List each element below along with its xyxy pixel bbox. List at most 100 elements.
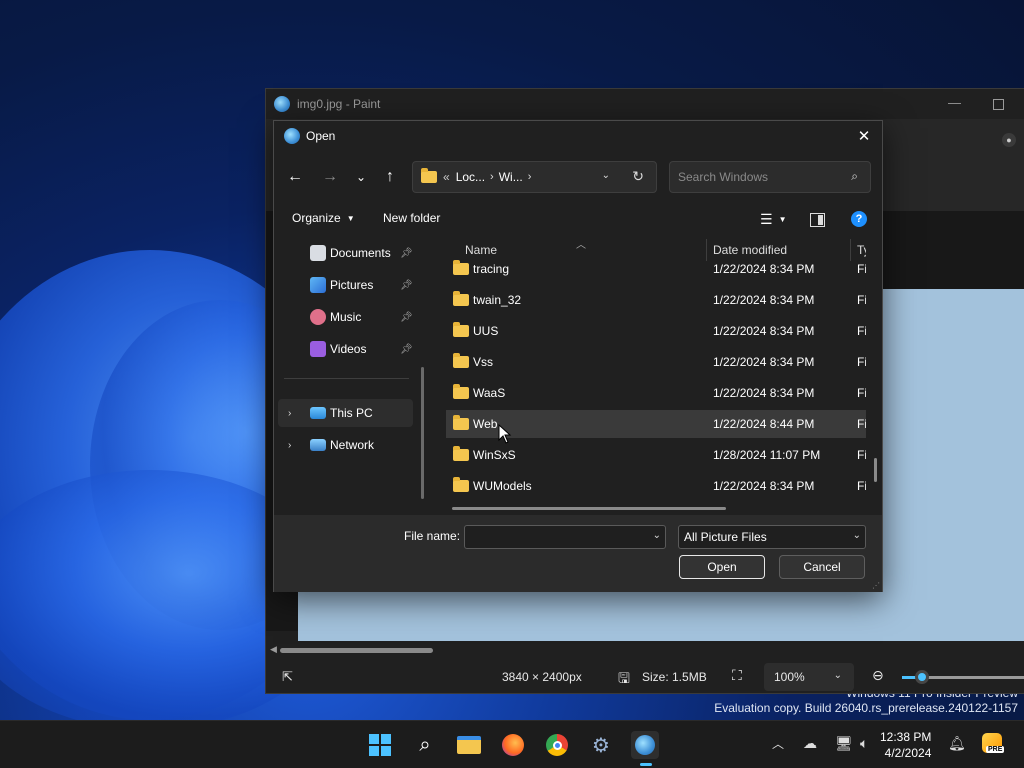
file-row[interactable]: WUModels 1/22/2024 8:34 PM Fi — [446, 472, 866, 500]
recent-locations-chevron-icon[interactable]: ⌄ — [350, 167, 372, 187]
search-input[interactable] — [678, 170, 838, 184]
nav-item-label: This PC — [330, 406, 373, 420]
pointer-icon: ⇱ — [282, 669, 293, 684]
zoom-slider-knob[interactable] — [915, 670, 929, 684]
zoom-select[interactable]: 100% ⌄ — [764, 663, 854, 691]
paint-taskbar-icon[interactable] — [631, 731, 659, 759]
nav-item-label: Music — [330, 310, 362, 324]
refresh-icon[interactable]: ↻ — [632, 168, 644, 185]
zoom-out-icon[interactable]: ⊖ — [872, 667, 884, 684]
file-name: twain_32 — [473, 293, 522, 307]
dialog-titlebar: Open ✕ — [274, 121, 882, 151]
resize-grip-icon[interactable]: ⋰ — [872, 581, 880, 590]
breadcrumb-item-windows[interactable]: Wi... — [499, 170, 523, 184]
maximize-icon[interactable] — [993, 99, 1004, 110]
pin-icon[interactable]: 📌︎ — [400, 312, 413, 323]
file-name-input[interactable]: ⌄ — [464, 525, 666, 549]
taskbar-clock[interactable]: 12:38 PM 4/2/2024 — [880, 729, 931, 761]
mouse-cursor-icon — [498, 424, 512, 444]
minimize-icon[interactable]: — — [948, 95, 961, 110]
chevron-right-icon[interactable]: › — [528, 171, 532, 183]
file-row[interactable]: Vss 1/22/2024 8:34 PM Fi — [446, 348, 866, 376]
chevron-up-icon[interactable]: ︿ — [772, 735, 784, 752]
nav-item-pictures[interactable]: Pictures 📌︎ — [278, 271, 413, 299]
nav-item-label: Videos — [330, 342, 367, 356]
file-row[interactable]: WinSxS 1/28/2024 11:07 PM Fi — [446, 441, 866, 469]
fit-to-window-icon[interactable]: ⛶ — [732, 667, 742, 684]
file-list-horizontal-scrollbar[interactable] — [452, 507, 726, 510]
organize-button[interactable]: Organize ▼ — [292, 211, 355, 225]
copilot-pre-icon[interactable]: PRE — [982, 733, 1005, 757]
paint-app-icon — [274, 96, 290, 112]
file-type-filter-value: All Picture Files — [684, 530, 767, 544]
file-type-filter-select[interactable]: All Picture Files ⌄ — [678, 525, 866, 549]
paint-horizontal-scrollbar[interactable]: ◀ — [266, 643, 1024, 657]
file-date: 1/22/2024 8:34 PM — [713, 386, 815, 400]
chevron-right-icon[interactable]: › — [288, 408, 291, 419]
pin-icon[interactable]: 📌︎ — [400, 248, 413, 259]
chevron-right-icon[interactable]: › — [288, 440, 291, 451]
documents-icon — [310, 245, 326, 261]
firefox-icon[interactable] — [499, 731, 527, 759]
address-bar[interactable]: « Loc... › Wi... › ⌄ ↻ — [412, 161, 657, 193]
scroll-left-icon[interactable]: ◀ — [270, 644, 277, 655]
file-list-vertical-scrollbar[interactable] — [874, 458, 877, 482]
file-row[interactable]: UUS 1/22/2024 8:34 PM Fi — [446, 317, 866, 345]
nav-pane-scrollbar[interactable] — [421, 367, 424, 499]
account-icon[interactable]: ● — [1002, 133, 1016, 147]
scrollbar-thumb[interactable] — [280, 648, 433, 653]
nav-item-label: Documents — [330, 246, 391, 260]
chrome-icon[interactable] — [543, 731, 571, 759]
breadcrumb-overflow[interactable]: « — [443, 170, 450, 184]
file-row[interactable]: WaaS 1/22/2024 8:34 PM Fi — [446, 379, 866, 407]
dialog-bottom-bar: File name: ⌄ All Picture Files ⌄ Open Ca… — [274, 515, 882, 592]
chevron-right-icon[interactable]: › — [490, 171, 494, 183]
file-date: 1/22/2024 8:34 PM — [713, 479, 815, 493]
nav-item-music[interactable]: Music 📌︎ — [278, 303, 413, 331]
view-details-icon[interactable]: ☰ — [760, 211, 773, 228]
caret-down-icon: ▼ — [346, 213, 355, 223]
music-icon — [310, 309, 326, 325]
close-icon[interactable]: ✕ — [852, 125, 876, 147]
file-type: Fi — [857, 293, 866, 307]
start-button[interactable] — [366, 731, 394, 759]
notification-bell-icon[interactable]: 🔔︎ — [948, 735, 966, 752]
pin-icon[interactable]: 📌︎ — [400, 280, 413, 291]
file-row[interactable]: tracing 1/22/2024 8:34 PM Fi — [446, 255, 866, 283]
file-type: Fi — [857, 417, 866, 431]
file-explorer-icon[interactable] — [455, 731, 483, 759]
search-box[interactable]: ⌕ — [669, 161, 871, 193]
back-arrow-icon[interactable]: ← — [284, 167, 306, 187]
nav-item-network[interactable]: › Network — [278, 431, 413, 459]
search-icon[interactable]: ⌕ — [851, 169, 858, 184]
file-size: Size: 1.5MB — [642, 670, 707, 684]
nav-item-documents[interactable]: Documents 📌︎ — [278, 239, 413, 267]
nav-item-this-pc[interactable]: › This PC — [278, 399, 413, 427]
file-date: 1/22/2024 8:34 PM — [713, 262, 815, 276]
caret-down-icon[interactable]: ▼ — [779, 215, 787, 224]
nav-item-videos[interactable]: Videos 📌︎ — [278, 335, 413, 363]
open-button[interactable]: Open — [679, 555, 765, 579]
preview-pane-icon[interactable] — [810, 212, 826, 227]
settings-gear-icon[interactable]: ⚙ — [587, 731, 615, 759]
volume-icon[interactable]: 🔈︎ — [860, 735, 868, 752]
breadcrumb-item-local-disk[interactable]: Loc... — [456, 170, 485, 184]
onedrive-icon[interactable]: ☁ — [803, 735, 817, 752]
new-folder-button[interactable]: New folder — [383, 211, 440, 225]
help-icon[interactable]: ? — [851, 211, 867, 227]
network-status-icon[interactable]: 🖥︎ — [835, 735, 853, 752]
pin-icon[interactable]: 📌︎ — [400, 344, 413, 355]
chevron-down-icon[interactable]: ⌄ — [653, 530, 661, 541]
search-icon[interactable]: ⌕ — [411, 731, 439, 759]
folder-icon — [453, 291, 469, 306]
nav-item-label: Network — [330, 438, 375, 452]
cancel-button[interactable]: Cancel — [779, 555, 865, 579]
network-icon — [310, 439, 326, 451]
file-date: 1/22/2024 8:34 PM — [713, 324, 815, 338]
folder-icon — [453, 260, 469, 275]
forward-arrow-icon[interactable]: → — [319, 167, 341, 187]
file-row[interactable]: twain_32 1/22/2024 8:34 PM Fi — [446, 286, 866, 314]
up-arrow-icon[interactable]: ↑ — [379, 167, 401, 187]
paint-title: img0.jpg - Paint — [297, 97, 381, 111]
chevron-down-icon[interactable]: ⌄ — [602, 170, 610, 181]
